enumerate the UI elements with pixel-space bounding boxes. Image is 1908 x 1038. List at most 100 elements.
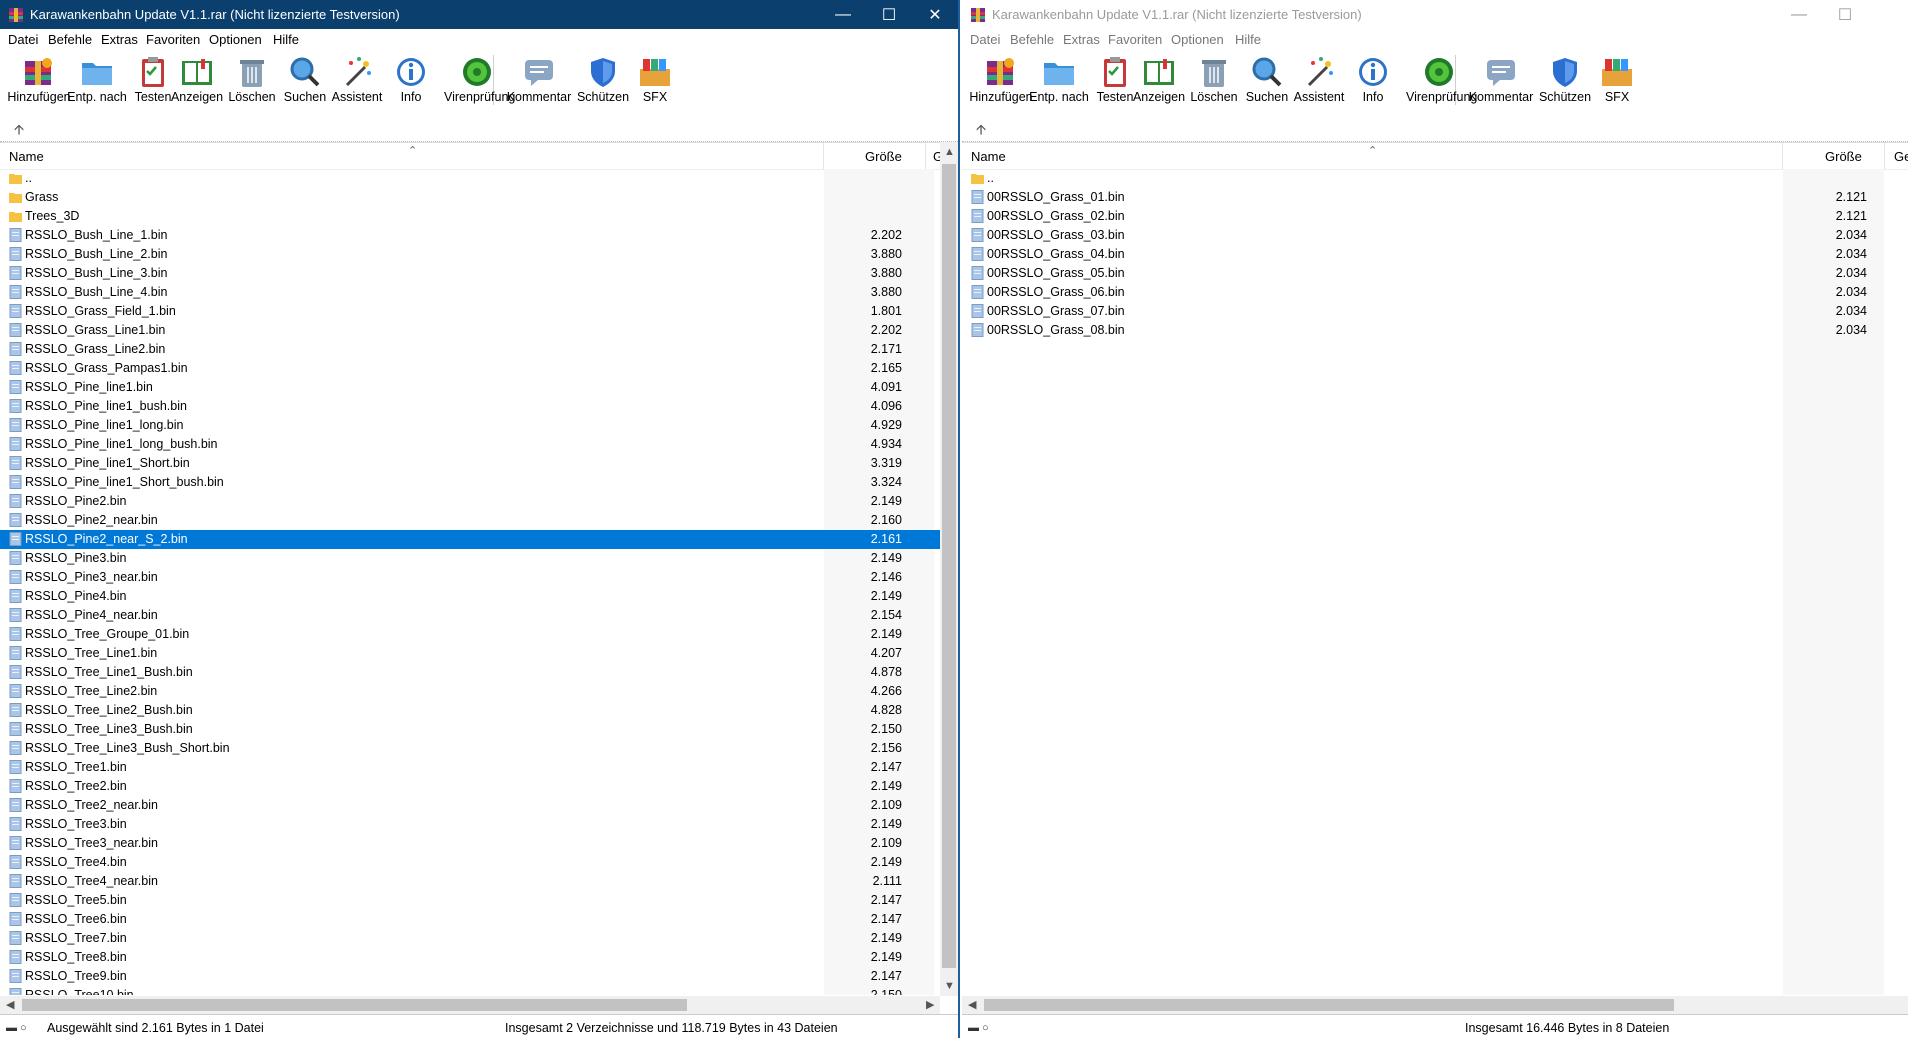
file-row[interactable]: RSSLO_Tree2_near.bin 2.109 bbox=[0, 796, 940, 815]
toolbar-button-virus-scan[interactable]: Virenprüfung bbox=[1406, 53, 1477, 111]
file-row[interactable]: 00RSSLO_Grass_01.bin 2.121 bbox=[962, 188, 1908, 207]
toolbar-button-comment[interactable]: Kommentar bbox=[506, 53, 572, 111]
file-row[interactable]: RSSLO_Pine_line1_long.bin 4.929 bbox=[0, 416, 940, 435]
file-row[interactable]: 00RSSLO_Grass_03.bin 2.034 bbox=[962, 226, 1908, 245]
column-divider[interactable] bbox=[1782, 143, 1783, 169]
toolbar-button-comment[interactable]: Kommentar bbox=[1468, 53, 1534, 111]
menu-optionen[interactable]: Optionen bbox=[209, 32, 262, 47]
maximize-icon[interactable]: ☐ bbox=[866, 0, 912, 29]
file-row[interactable]: 00RSSLO_Grass_06.bin 2.034 bbox=[962, 283, 1908, 302]
file-row[interactable]: 00RSSLO_Grass_04.bin 2.034 bbox=[962, 245, 1908, 264]
file-row[interactable]: RSSLO_Tree_Line1.bin 4.207 bbox=[0, 644, 940, 663]
menu-extras[interactable]: Extras bbox=[101, 32, 138, 47]
file-row[interactable]: RSSLO_Pine4_near.bin 2.154 bbox=[0, 606, 940, 625]
scroll-up-icon[interactable]: ▲ bbox=[944, 146, 955, 158]
toolbar-button-add-archive[interactable]: Hinzufügen bbox=[968, 53, 1034, 111]
folder-row[interactable]: Grass bbox=[0, 188, 940, 207]
file-row[interactable]: RSSLO_Tree5.bin 2.147 bbox=[0, 891, 940, 910]
scroll-thumb[interactable] bbox=[942, 164, 956, 968]
folder-row[interactable]: .. bbox=[0, 169, 940, 188]
close-icon[interactable]: ✕ bbox=[912, 0, 958, 29]
file-row[interactable]: RSSLO_Pine_line1_bush.bin 4.096 bbox=[0, 397, 940, 416]
file-row[interactable]: RSSLO_Tree7.bin 2.149 bbox=[0, 929, 940, 948]
column-name[interactable]: Name bbox=[9, 149, 44, 164]
toolbar-button-info[interactable]: Info bbox=[378, 53, 444, 111]
file-row[interactable]: RSSLO_Grass_Pampas1.bin 2.165 bbox=[0, 359, 940, 378]
up-arrow-icon[interactable]: 🡩 bbox=[976, 119, 986, 143]
file-row[interactable]: RSSLO_Grass_Field_1.bin 1.801 bbox=[0, 302, 940, 321]
scroll-thumb[interactable] bbox=[984, 999, 1674, 1011]
file-row[interactable]: RSSLO_Tree9.bin 2.147 bbox=[0, 967, 940, 986]
title-bar[interactable]: Karawankenbahn Update V1.1.rar (Nicht li… bbox=[0, 0, 958, 29]
file-row[interactable]: RSSLO_Pine_line1_Short_bush.bin 3.324 bbox=[0, 473, 940, 492]
menu-favoriten[interactable]: Favoriten bbox=[1108, 32, 1162, 47]
horizontal-scrollbar[interactable]: ◀ ▶ bbox=[0, 996, 940, 1014]
file-row[interactable]: RSSLO_Pine3.bin 2.149 bbox=[0, 549, 940, 568]
column-size[interactable]: Größe bbox=[1825, 149, 1862, 164]
file-row[interactable]: RSSLO_Pine2_near.bin 2.160 bbox=[0, 511, 940, 530]
file-row[interactable]: RSSLO_Grass_Line1.bin 2.202 bbox=[0, 321, 940, 340]
file-row[interactable]: RSSLO_Bush_Line_1.bin 2.202 bbox=[0, 226, 940, 245]
toolbar-button-add-archive[interactable]: Hinzufügen bbox=[6, 53, 72, 111]
column-size[interactable]: Größe bbox=[865, 149, 902, 164]
file-row[interactable]: RSSLO_Tree6.bin 2.147 bbox=[0, 910, 940, 929]
file-row[interactable]: RSSLO_Grass_Line2.bin 2.171 bbox=[0, 340, 940, 359]
menu-optionen[interactable]: Optionen bbox=[1171, 32, 1224, 47]
column-divider[interactable] bbox=[1884, 143, 1885, 169]
file-row[interactable]: RSSLO_Pine4.bin 2.149 bbox=[0, 587, 940, 606]
toolbar-button-info[interactable]: Info bbox=[1340, 53, 1406, 111]
file-row[interactable]: RSSLO_Bush_Line_3.bin 3.880 bbox=[0, 264, 940, 283]
file-row[interactable]: RSSLO_Tree10.bin 2.150 bbox=[0, 986, 940, 995]
toolbar-button-virus-scan[interactable]: Virenprüfung bbox=[444, 53, 515, 111]
file-row[interactable]: RSSLO_Tree_Line2_Bush.bin 4.828 bbox=[0, 701, 940, 720]
file-row[interactable]: RSSLO_Tree_Groupe_01.bin 2.149 bbox=[0, 625, 940, 644]
minimize-icon[interactable]: — bbox=[820, 0, 866, 29]
scroll-down-icon[interactable]: ▼ bbox=[944, 980, 955, 992]
file-row[interactable]: RSSLO_Pine_line1.bin 4.091 bbox=[0, 378, 940, 397]
file-row[interactable]: RSSLO_Tree_Line3_Bush_Short.bin 2.156 bbox=[0, 739, 940, 758]
file-row[interactable]: RSSLO_Pine_line1_long_bush.bin 4.934 bbox=[0, 435, 940, 454]
file-row[interactable]: RSSLO_Tree8.bin 2.149 bbox=[0, 948, 940, 967]
file-row[interactable]: RSSLO_Tree_Line2.bin 4.266 bbox=[0, 682, 940, 701]
menu-hilfe[interactable]: Hilfe bbox=[1235, 32, 1261, 47]
minimize-icon[interactable]: — bbox=[1776, 0, 1822, 29]
scroll-left-icon[interactable]: ◀ bbox=[968, 998, 976, 1011]
file-row[interactable]: 00RSSLO_Grass_02.bin 2.121 bbox=[962, 207, 1908, 226]
file-row[interactable]: RSSLO_Bush_Line_2.bin 3.880 bbox=[0, 245, 940, 264]
column-name[interactable]: Name bbox=[971, 149, 1006, 164]
file-row[interactable]: RSSLO_Tree_Line3_Bush.bin 2.150 bbox=[0, 720, 940, 739]
maximize-icon[interactable]: ☐ bbox=[1822, 0, 1868, 29]
menu-favoriten[interactable]: Favoriten bbox=[146, 32, 200, 47]
column-packed[interactable]: Ge bbox=[1894, 149, 1908, 164]
horizontal-scrollbar[interactable]: ◀ bbox=[962, 996, 1908, 1014]
scroll-left-icon[interactable]: ◀ bbox=[6, 998, 14, 1011]
file-row[interactable]: RSSLO_Tree4.bin 2.149 bbox=[0, 853, 940, 872]
file-row[interactable]: RSSLO_Pine2.bin 2.149 bbox=[0, 492, 940, 511]
toolbar-button-sfx-box[interactable]: SFX bbox=[622, 53, 688, 111]
file-row[interactable]: RSSLO_Tree2.bin 2.149 bbox=[0, 777, 940, 796]
menu-datei[interactable]: Datei bbox=[8, 32, 38, 47]
file-row[interactable]: RSSLO_Tree4_near.bin 2.111 bbox=[0, 872, 940, 891]
scroll-right-icon[interactable]: ▶ bbox=[926, 998, 934, 1011]
title-bar[interactable]: Karawankenbahn Update V1.1.rar (Nicht li… bbox=[962, 0, 1908, 29]
file-row[interactable]: RSSLO_Pine_line1_Short.bin 3.319 bbox=[0, 454, 940, 473]
file-row[interactable]: RSSLO_Tree1.bin 2.147 bbox=[0, 758, 940, 777]
menu-extras[interactable]: Extras bbox=[1063, 32, 1100, 47]
up-arrow-icon[interactable]: 🡩 bbox=[14, 119, 24, 143]
menu-befehle[interactable]: Befehle bbox=[1010, 32, 1054, 47]
vertical-scrollbar[interactable]: ▲ ▼ bbox=[940, 142, 958, 996]
scroll-thumb[interactable] bbox=[22, 999, 687, 1011]
menu-datei[interactable]: Datei bbox=[970, 32, 1000, 47]
file-row[interactable]: 00RSSLO_Grass_07.bin 2.034 bbox=[962, 302, 1908, 321]
column-divider[interactable] bbox=[823, 143, 824, 169]
folder-row[interactable]: .. bbox=[962, 169, 1908, 188]
file-row[interactable]: RSSLO_Pine3_near.bin 2.146 bbox=[0, 568, 940, 587]
menu-befehle[interactable]: Befehle bbox=[48, 32, 92, 47]
column-divider[interactable] bbox=[925, 143, 926, 169]
menu-hilfe[interactable]: Hilfe bbox=[273, 32, 299, 47]
file-row[interactable]: 00RSSLO_Grass_05.bin 2.034 bbox=[962, 264, 1908, 283]
file-row[interactable]: RSSLO_Bush_Line_4.bin 3.880 bbox=[0, 283, 940, 302]
toolbar-button-sfx-box[interactable]: SFX bbox=[1584, 53, 1650, 111]
file-row[interactable]: 00RSSLO_Grass_08.bin 2.034 bbox=[962, 321, 1908, 340]
file-row[interactable]: RSSLO_Tree3_near.bin 2.109 bbox=[0, 834, 940, 853]
